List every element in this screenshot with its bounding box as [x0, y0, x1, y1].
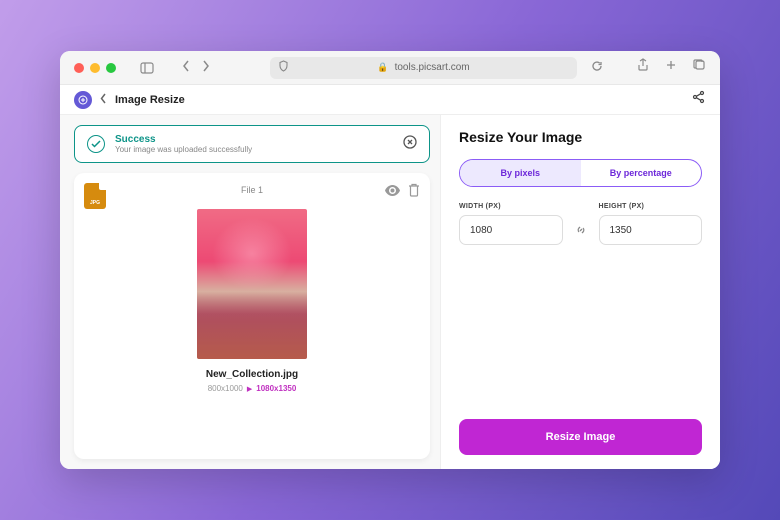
alert-message: Your image was uploaded successfully	[115, 145, 393, 154]
aspect-lock-icon[interactable]	[571, 215, 591, 245]
tabs-icon[interactable]	[693, 58, 706, 77]
width-field-group: WIDTH (PX)	[459, 203, 563, 245]
arrow-right-icon: ▶	[247, 385, 252, 393]
dimension-fields: WIDTH (PX) HEIGHT (PX)	[459, 203, 702, 245]
browser-window: 🔒 tools.picsart.com Image Resize Success…	[60, 51, 720, 469]
refresh-icon[interactable]	[591, 60, 603, 75]
width-input[interactable]	[459, 215, 563, 245]
url-bar[interactable]: 🔒 tools.picsart.com	[270, 57, 577, 79]
alert-title: Success	[115, 134, 393, 145]
dimensions-display: 800x1000 ▶ 1080x1350	[208, 384, 297, 393]
check-circle-icon	[87, 135, 105, 153]
file-type-badge: JPG	[84, 183, 106, 209]
minimize-window-button[interactable]	[90, 63, 100, 73]
back-button[interactable]	[182, 59, 190, 77]
shield-icon	[278, 60, 289, 75]
url-text: tools.picsart.com	[395, 62, 470, 73]
new-dimensions: 1080x1350	[256, 384, 296, 393]
share-nodes-icon[interactable]	[692, 90, 706, 109]
forward-button[interactable]	[202, 59, 210, 77]
height-label: HEIGHT (PX)	[599, 203, 703, 210]
card-actions	[385, 183, 420, 202]
panel-title: Resize Your Image	[459, 129, 702, 145]
share-icon[interactable]	[637, 58, 649, 77]
close-alert-button[interactable]	[403, 135, 417, 154]
browser-chrome: 🔒 tools.picsart.com	[60, 51, 720, 85]
tab-percentage[interactable]: By percentage	[581, 160, 702, 186]
tab-pixels[interactable]: By pixels	[460, 160, 581, 186]
sidebar-toggle-icon[interactable]	[140, 62, 154, 74]
close-window-button[interactable]	[74, 63, 84, 73]
lock-icon: 🔒	[377, 62, 388, 73]
left-column: Success Your image was uploaded successf…	[60, 115, 440, 469]
width-label: WIDTH (PX)	[459, 203, 563, 210]
app-logo[interactable]	[74, 91, 92, 109]
file-card: JPG File 1 New_Collection.jpg 800x1000 ▶…	[74, 173, 430, 459]
file-name: New_Collection.jpg	[206, 369, 298, 380]
app-header: Image Resize	[60, 85, 720, 115]
maximize-window-button[interactable]	[106, 63, 116, 73]
height-field-group: HEIGHT (PX)	[599, 203, 703, 245]
nav-arrows	[182, 59, 210, 77]
back-caret-icon[interactable]	[100, 91, 107, 109]
browser-actions	[637, 58, 706, 77]
resize-button[interactable]: Resize Image	[459, 419, 702, 455]
preview-icon[interactable]	[385, 183, 400, 202]
success-alert: Success Your image was uploaded successf…	[74, 125, 430, 163]
file-label: File 1	[241, 185, 263, 195]
image-thumbnail[interactable]	[197, 209, 307, 359]
delete-icon[interactable]	[408, 183, 420, 202]
resize-panel: Resize Your Image By pixels By percentag…	[440, 115, 720, 469]
original-dimensions: 800x1000	[208, 384, 243, 393]
new-tab-icon[interactable]	[665, 58, 677, 77]
height-input[interactable]	[599, 215, 703, 245]
traffic-lights	[74, 63, 116, 73]
alert-text: Success Your image was uploaded successf…	[115, 134, 393, 154]
content-area: Success Your image was uploaded successf…	[60, 115, 720, 469]
resize-mode-tabs: By pixels By percentage	[459, 159, 702, 187]
page-title: Image Resize	[115, 94, 185, 106]
